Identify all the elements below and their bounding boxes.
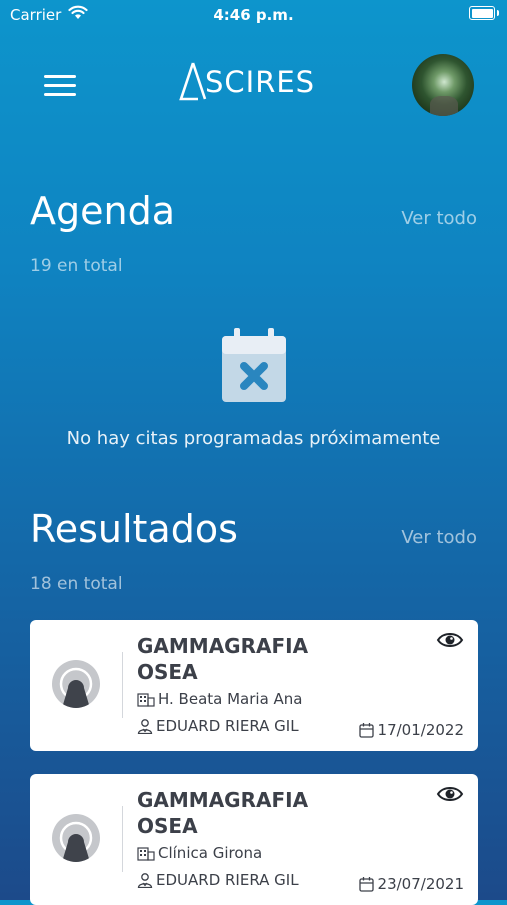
- result-center-row: H. Beata Maria Ana: [137, 690, 303, 708]
- result-card[interactable]: GAMMAGRAFIA OSEA H. Beata Maria Ana EDUA…: [30, 620, 478, 751]
- result-doctor-row: EDUARD RIERA GIL: [137, 871, 299, 889]
- calendar-icon: [358, 723, 374, 738]
- calendar-cancel-icon: [222, 328, 286, 402]
- exam-type-icon: [52, 814, 100, 862]
- exam-type-icon: [52, 660, 100, 708]
- result-center: Clínica Girona: [158, 844, 263, 862]
- results-count: 18 en total: [30, 574, 123, 594]
- eye-icon[interactable]: [436, 630, 464, 650]
- calendar-icon: [358, 877, 374, 892]
- hamburger-menu-button[interactable]: [44, 75, 78, 97]
- result-center: H. Beata Maria Ana: [158, 690, 303, 708]
- card-divider: [122, 652, 123, 718]
- result-title-line2: OSEA: [137, 660, 198, 684]
- agenda-title: Agenda: [30, 189, 175, 233]
- result-doctor: EDUARD RIERA GIL: [156, 717, 299, 735]
- building-icon: [137, 847, 155, 861]
- result-date-row: 17/01/2022: [358, 721, 464, 739]
- card-divider: [122, 806, 123, 872]
- logo-text: SCIRES: [205, 65, 316, 99]
- result-card[interactable]: GAMMAGRAFIA OSEA Clínica Girona EDUARD R…: [30, 774, 478, 905]
- clock: 4:46 p.m.: [213, 6, 294, 24]
- agenda-count: 19 en total: [30, 256, 123, 276]
- battery-icon: [469, 6, 499, 20]
- results-title: Resultados: [30, 507, 238, 551]
- result-doctor: EDUARD RIERA GIL: [156, 871, 299, 889]
- agenda-view-all-link[interactable]: Ver todo: [401, 208, 477, 229]
- result-date-row: 23/07/2021: [358, 875, 464, 893]
- status-bar: Carrier 4:46 p.m.: [0, 0, 507, 32]
- agenda-empty-message: No hay citas programadas próximamente: [66, 428, 441, 449]
- result-date: 23/07/2021: [377, 875, 464, 893]
- result-title-line1: GAMMAGRAFIA: [137, 788, 309, 812]
- result-date: 17/01/2022: [377, 721, 464, 739]
- result-title-line1: GAMMAGRAFIA: [137, 634, 309, 658]
- logo-triangle-icon: [179, 62, 207, 101]
- result-center-row: Clínica Girona: [137, 844, 262, 862]
- avatar[interactable]: [412, 54, 474, 116]
- result-title: GAMMAGRAFIA OSEA: [137, 633, 357, 685]
- building-icon: [137, 693, 155, 707]
- results-view-all-link[interactable]: Ver todo: [401, 527, 477, 548]
- doctor-icon: [137, 719, 153, 735]
- doctor-icon: [137, 873, 153, 889]
- eye-icon[interactable]: [436, 784, 464, 804]
- result-doctor-row: EDUARD RIERA GIL: [137, 717, 299, 735]
- result-title: GAMMAGRAFIA OSEA: [137, 787, 357, 839]
- result-title-line2: OSEA: [137, 814, 198, 838]
- ascires-logo: SCIRES: [178, 60, 328, 104]
